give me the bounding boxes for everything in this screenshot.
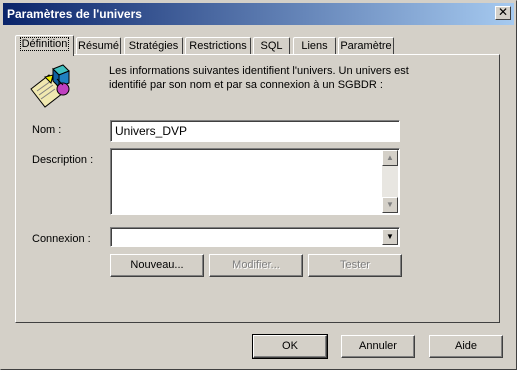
close-button[interactable]: ✕ [495,6,511,20]
help-button[interactable]: Aide [429,335,503,358]
new-connection-button[interactable]: Nouveau... [110,254,204,277]
connection-select[interactable]: ▼ [110,227,400,247]
tab-strategies[interactable]: Stratégies [124,37,183,55]
description-label: Description : [32,154,94,166]
tab-definition[interactable]: Définition [15,35,74,56]
scroll-down-icon[interactable]: ▼ [382,197,398,213]
chevron-down-icon[interactable]: ▼ [382,229,398,245]
tab-sql[interactable]: SQL [253,37,290,55]
window-title: Paramètres de l'univers [7,7,142,21]
test-connection-button[interactable]: Tester [308,254,402,277]
ok-button[interactable]: OK [252,334,328,359]
tab-links[interactable]: Liens [293,37,336,55]
title-bar: Paramètres de l'univers ✕ [3,3,514,25]
modify-connection-button[interactable]: Modifier... [209,254,303,277]
tab-restrictions[interactable]: Restrictions [185,37,251,55]
tab-parameter[interactable]: Paramètre [338,37,394,55]
name-label: Nom : [32,124,62,136]
description-scrollbar[interactable]: ▲ ▼ [382,150,398,213]
universe-icon [30,64,70,108]
connection-label: Connexion : [32,233,91,245]
intro-text: Les informations suivantes identifient l… [109,65,409,91]
name-input[interactable] [110,120,400,142]
cancel-button[interactable]: Annuler [341,335,415,358]
scroll-up-icon[interactable]: ▲ [382,150,398,166]
description-textarea[interactable]: ▲ ▼ [110,148,400,215]
tab-summary[interactable]: Résumé [76,37,121,55]
close-icon: ✕ [497,5,509,19]
universe-parameters-dialog: Paramètres de l'univers ✕ Définition Rés… [0,0,517,370]
